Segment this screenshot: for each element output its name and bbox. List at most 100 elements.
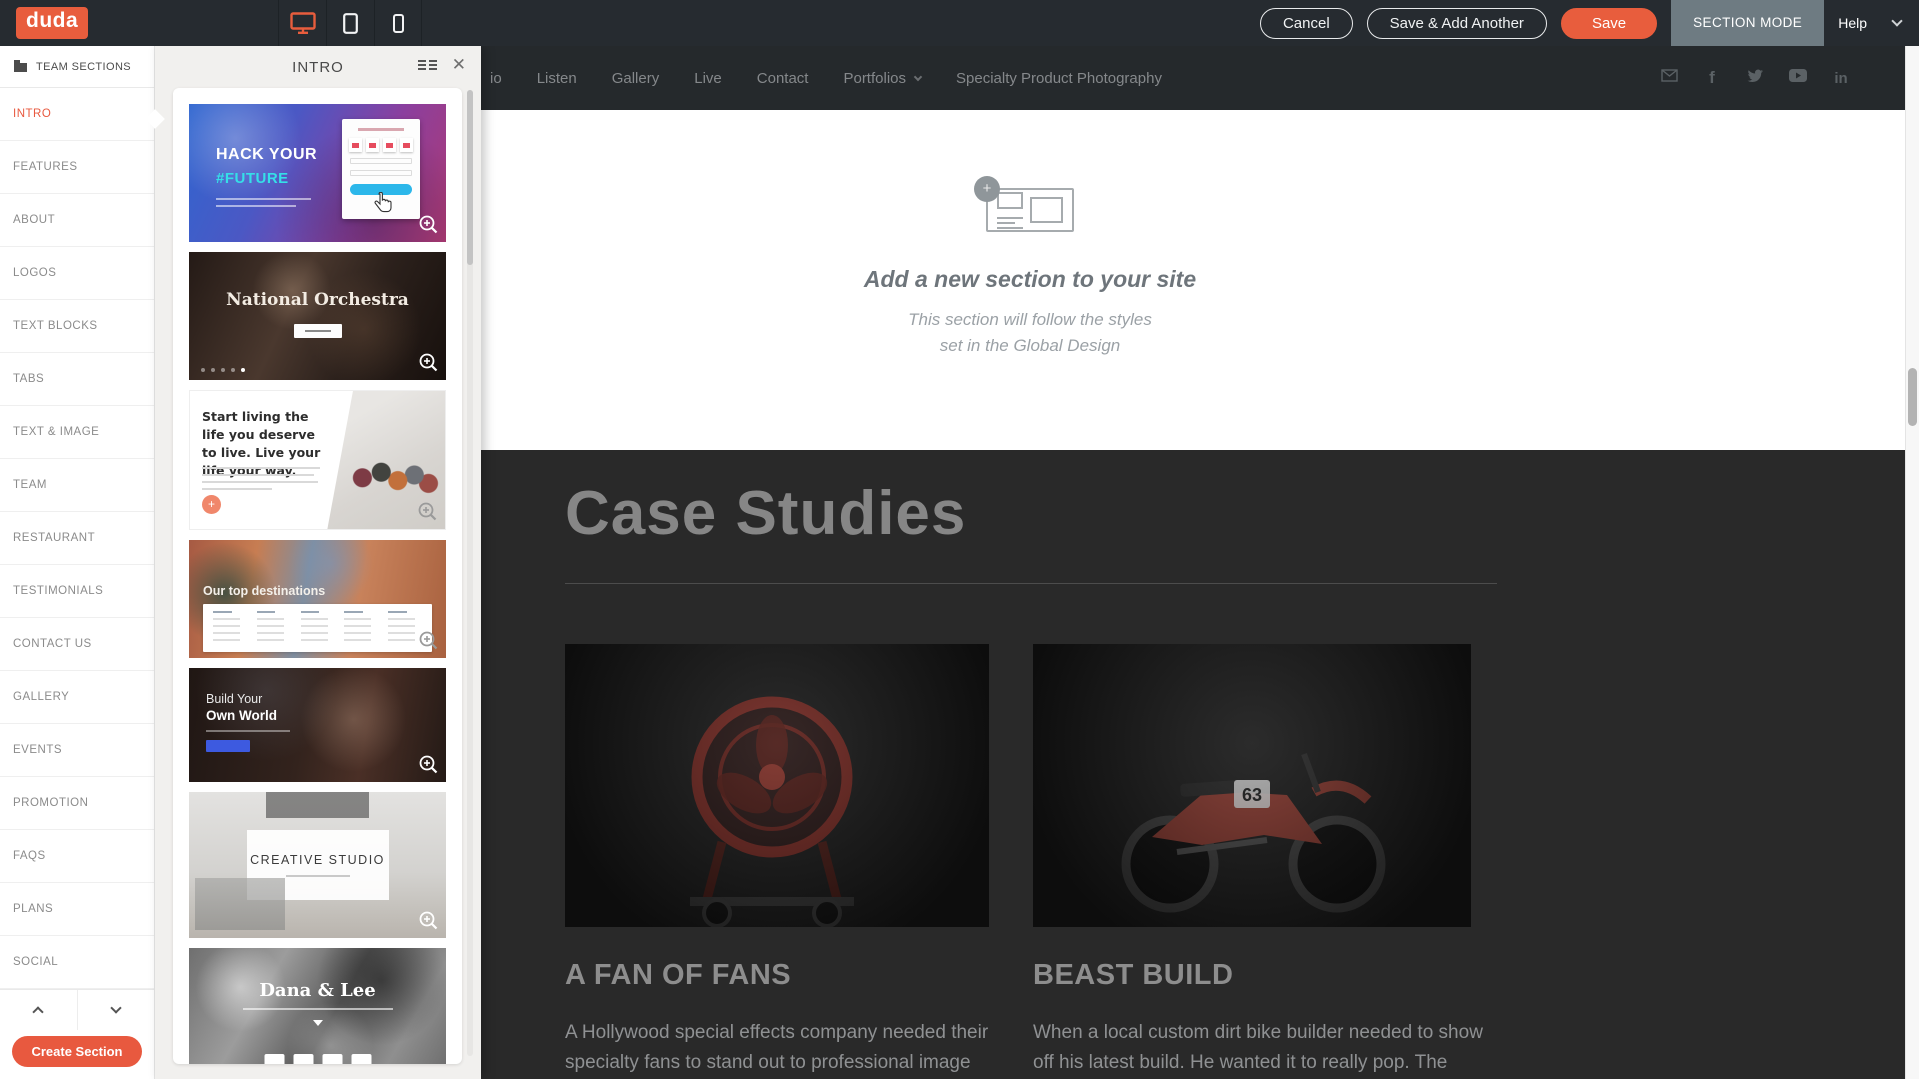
chevron-down-icon — [110, 1003, 121, 1014]
site-nav-item[interactable]: Contact — [757, 70, 809, 87]
sidebar-item-gallery[interactable]: GALLERY — [0, 671, 154, 724]
add-section-placeholder[interactable]: + — [986, 188, 1074, 232]
page-scrollbar-thumb[interactable] — [1908, 368, 1917, 426]
cancel-button[interactable]: Cancel — [1260, 8, 1353, 39]
template-thumb-national-orchestra[interactable]: National Orchestra — [189, 252, 446, 380]
case-study-title: A FAN OF FANS — [565, 959, 989, 992]
site-nav-item-portfolios[interactable]: Portfolios — [843, 70, 921, 87]
zoom-in-icon[interactable] — [418, 910, 439, 931]
carousel-dots — [201, 368, 245, 372]
thumb-center-card: CREATIVE STUDIO — [247, 830, 389, 900]
help-menu[interactable]: Help — [1824, 0, 1919, 46]
thumb-heading: Build Your — [206, 692, 262, 706]
add-section-subtitle: This section will follow the styles set … — [908, 307, 1152, 358]
mobile-icon — [393, 14, 404, 33]
template-thumb-hack-your-future[interactable]: HACK YOUR #FUTURE — [189, 104, 446, 242]
sidebar-item-plans[interactable]: PLANS — [0, 883, 154, 936]
chevron-down-icon — [1891, 15, 1902, 26]
save-button[interactable]: Save — [1561, 8, 1657, 39]
mobile-preview-button[interactable] — [374, 0, 422, 46]
linkedin-icon[interactable]: in — [1832, 70, 1850, 87]
sidebar-item-contact-us[interactable]: CONTACT US — [0, 618, 154, 671]
scroll-down-button[interactable] — [78, 990, 155, 1030]
zoom-in-icon[interactable] — [418, 352, 439, 373]
tablet-icon — [343, 13, 358, 34]
add-section-title: Add a new section to your site — [864, 266, 1196, 293]
case-study-title: BEAST BUILD — [1033, 959, 1471, 992]
thumb-heading: HACK YOUR — [216, 146, 317, 164]
chevron-up-icon — [33, 1007, 44, 1018]
sidebar-item-logos[interactable]: LOGOS — [0, 247, 154, 300]
sidebar-item-text-image[interactable]: TEXT & IMAGE — [0, 406, 154, 459]
thumb-heading: Dana & Lee — [189, 980, 446, 1001]
youtube-icon[interactable] — [1789, 69, 1807, 87]
template-thumb-build-your-own-world[interactable]: Build Your Own World — [189, 668, 446, 782]
divider — [565, 583, 1497, 584]
sidebar-item-promotion[interactable]: PROMOTION — [0, 777, 154, 830]
sidebar-item-events[interactable]: EVENTS — [0, 724, 154, 777]
sidebar-item-intro[interactable]: INTRO — [0, 88, 154, 141]
sidebar-item-testimonials[interactable]: TESTIMONIALS — [0, 565, 154, 618]
plus-button: + — [202, 495, 221, 514]
sidebar-item-tabs[interactable]: TABS — [0, 353, 154, 406]
close-icon[interactable]: ✕ — [452, 55, 467, 75]
template-thumb-dana-and-lee[interactable]: Dana & Lee — [189, 948, 446, 1064]
tablet-preview-button[interactable] — [326, 0, 374, 46]
case-study-body: A Hollywood special effects company need… — [565, 1018, 1002, 1079]
zoom-in-icon[interactable] — [418, 754, 439, 775]
sidebar-scroll-controls — [0, 989, 154, 1030]
sidebar-item-features[interactable]: FEATURES — [0, 141, 154, 194]
add-section-subtitle-line1: This section will follow the styles — [908, 307, 1152, 333]
sidebar-item-team[interactable]: TEAM — [0, 459, 154, 512]
templates-list: HACK YOUR #FUTURE National Orchestra — [173, 88, 462, 1064]
add-section-subtitle-line2: set in the Global Design — [908, 333, 1152, 359]
sidebar-item-about[interactable]: ABOUT — [0, 194, 154, 247]
zoom-in-icon[interactable] — [418, 630, 439, 651]
fan-photo — [565, 644, 989, 927]
site-nav-item[interactable]: Specialty Product Photography — [956, 70, 1162, 87]
thumb-heading: CREATIVE STUDIO — [250, 853, 385, 867]
template-thumb-creative-studio[interactable]: CREATIVE STUDIO — [189, 792, 446, 938]
template-thumb-top-destinations[interactable]: Our top destinations — [189, 540, 446, 658]
page-scrollbar[interactable] — [1905, 46, 1919, 1079]
top-bar: duda Cancel Save & Add Another Save SECT… — [0, 0, 1919, 46]
mail-icon[interactable] — [1660, 69, 1678, 87]
plus-icon: + — [974, 176, 1000, 202]
countdown-boxes — [264, 1054, 371, 1064]
thumb-heading: Start living the life you deserve to liv… — [202, 408, 330, 481]
site-nav-item[interactable]: Gallery — [612, 70, 660, 87]
sidebar-header-label: TEAM SECTIONS — [36, 61, 131, 73]
site-nav-item[interactable]: io — [490, 70, 502, 87]
duda-logo[interactable]: duda — [16, 7, 88, 39]
sidebar-item-text-blocks[interactable]: TEXT BLOCKS — [0, 300, 154, 353]
site-nav-item[interactable]: Listen — [537, 70, 577, 87]
thumb-heading: Own World — [206, 708, 277, 723]
thumb-button — [206, 740, 250, 752]
zoom-in-icon[interactable] — [418, 214, 439, 235]
site-social-links: f in — [1660, 68, 1850, 88]
sidebar-header: TEAM SECTIONS — [0, 46, 154, 88]
save-add-another-button[interactable]: Save & Add Another — [1367, 8, 1547, 39]
template-thumb-start-living[interactable]: Start living the life you deserve to liv… — [189, 390, 446, 530]
case-study-body: When a local custom dirt bike builder ne… — [1033, 1018, 1484, 1079]
sidebar-item-restaurant[interactable]: RESTAURANT — [0, 512, 154, 565]
scroll-up-button[interactable] — [0, 990, 78, 1030]
panel-scrollbar[interactable] — [467, 90, 473, 1056]
create-section-button[interactable]: Create Section — [12, 1036, 141, 1067]
desktop-preview-button[interactable] — [278, 0, 326, 46]
dirt-bike-photo: 63 — [1033, 644, 1471, 927]
facebook-icon[interactable]: f — [1703, 68, 1721, 88]
site-nav-item[interactable]: Live — [694, 70, 722, 87]
sections-sidebar: TEAM SECTIONS INTRO FEATURES ABOUT LOGOS… — [0, 46, 155, 1079]
case-studies-heading: Case Studies — [565, 478, 1905, 549]
panel-title: INTRO — [292, 59, 344, 76]
layout-toggle-icon[interactable] — [418, 60, 437, 70]
folder-icon — [14, 63, 27, 72]
sidebar-item-social[interactable]: SOCIAL — [0, 936, 154, 989]
twitter-icon[interactable] — [1746, 69, 1764, 88]
device-preview-switcher — [278, 0, 422, 46]
zoom-in-icon[interactable] — [417, 501, 438, 522]
section-placeholder-icon — [986, 188, 1074, 232]
bike-number-plate: 63 — [1242, 785, 1262, 805]
sidebar-item-faqs[interactable]: FAQS — [0, 830, 154, 883]
